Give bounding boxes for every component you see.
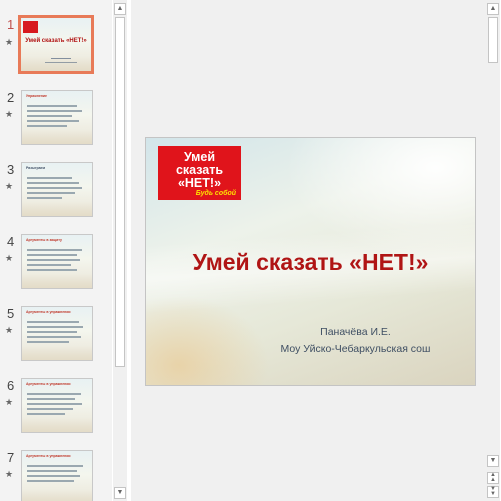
chevron-down-icon[interactable]: ▼ xyxy=(114,487,126,499)
thumbnail-text-line xyxy=(27,105,77,107)
thumbnail-text-line xyxy=(27,331,77,333)
thumbnail-text-line xyxy=(27,259,80,261)
slide-thumbnail-pane: 1 ★ Умей сказать «НЕТ!» 2 ★ Упражнение 3… xyxy=(0,0,112,501)
slide-number: 6 xyxy=(7,378,15,393)
thumbnail-text-line xyxy=(27,187,82,189)
thumbnail-text-line xyxy=(27,336,81,338)
thumbnail-text-line xyxy=(27,413,65,415)
logo[interactable]: Умей сказать «НЕТ!» Будь собой xyxy=(158,146,241,200)
slide-number: 1 xyxy=(7,17,15,32)
thumbnail-text-line xyxy=(27,264,71,266)
chevron-up-icon[interactable]: ▲ xyxy=(487,3,499,15)
slide-number: 3 xyxy=(7,162,15,177)
logo xyxy=(23,21,38,33)
thumbnail-preview: Аргументы в упражнении xyxy=(21,378,93,433)
thumbnail-text-line xyxy=(27,398,75,400)
slide-title[interactable]: Умей сказать «НЕТ!» xyxy=(146,249,475,276)
slide-thumbnail-2[interactable]: 2 ★ Упражнение xyxy=(0,90,112,156)
slide-number: 4 xyxy=(7,234,15,249)
thumbnail-text-line xyxy=(27,326,83,328)
thumbnail-text-line xyxy=(27,408,73,410)
slide-author[interactable]: Паначёва И.Е. xyxy=(146,326,475,338)
thumbnail-text-line xyxy=(27,269,77,271)
star-icon: ★ xyxy=(5,325,14,335)
thumbnail-text-line xyxy=(27,197,62,199)
slide-thumbnail-5[interactable]: 5 ★ Аргументы в упражнении xyxy=(0,306,112,372)
slide-thumbnail-6[interactable]: 6 ★ Аргументы в упражнении xyxy=(0,378,112,444)
scrollbar-thumb[interactable] xyxy=(115,17,125,367)
thumbnail-text-line xyxy=(27,192,75,194)
star-icon: ★ xyxy=(5,37,14,47)
thumbnail-text-line xyxy=(27,480,74,482)
thumbnail-scrollbar[interactable]: ▲ ▼ xyxy=(113,0,127,501)
slide-number: 7 xyxy=(7,450,15,465)
thumbnail-preview: Аргументы в упражнении xyxy=(21,306,93,361)
thumbnail-text-line xyxy=(27,470,77,472)
thumbnail-preview: Упражнение xyxy=(21,90,93,145)
thumbnail-text-line xyxy=(27,254,77,256)
thumbnail-text-line xyxy=(27,182,79,184)
slide-thumbnail-3[interactable]: 3 ★ Разыграем xyxy=(0,162,112,228)
thumbnail-text-line xyxy=(27,177,72,179)
logo-text-line: «НЕТ!» xyxy=(177,176,222,190)
previous-slide-icon[interactable]: ▲ ▲ xyxy=(487,472,499,484)
thumbnail-text-line xyxy=(27,341,69,343)
star-icon: ★ xyxy=(5,469,14,479)
thumbnail-preview: Аргументы в защиту xyxy=(21,234,93,289)
thumbnail-text-line xyxy=(27,125,67,127)
slide-thumbnail-1[interactable]: 1 ★ Умей сказать «НЕТ!» xyxy=(0,15,112,84)
slide-subtitle[interactable]: Моу Уйско-Чебаркульская сош xyxy=(146,343,475,355)
thumbnail-text-line xyxy=(27,393,81,395)
thumbnail-text-line xyxy=(51,58,71,59)
slide-canvas[interactable]: Умей сказать «НЕТ!» Будь собой Умей сказ… xyxy=(145,137,476,386)
star-icon: ★ xyxy=(5,253,14,263)
thumbnail-preview: Разыграем xyxy=(21,162,93,217)
slide-number: 2 xyxy=(7,90,15,105)
thumbnail-text-line xyxy=(27,249,82,251)
logo-tagline: Будь собой xyxy=(195,190,236,197)
thumbnail-text-line xyxy=(27,403,82,405)
chevron-down-icon[interactable]: ▼ xyxy=(487,455,499,467)
thumbnail-title: Аргументы в упражнении xyxy=(26,382,71,386)
thumbnail-text-line xyxy=(27,115,72,117)
thumbnail-text-line xyxy=(45,62,77,63)
star-icon: ★ xyxy=(5,397,14,407)
thumbnail-text-line xyxy=(27,465,83,467)
thumbnail-preview: Умей сказать «НЕТ!» xyxy=(18,15,94,74)
thumbnail-text-line xyxy=(27,321,79,323)
thumbnail-title: Умей сказать «НЕТ!» xyxy=(25,38,87,44)
slide-number: 5 xyxy=(7,306,15,321)
thumbnail-preview: Аргументы в упражнении xyxy=(21,450,93,501)
scrollbar-thumb[interactable] xyxy=(488,17,498,63)
canvas-scrollbar[interactable]: ▲ ▼ ▲ ▲ ▼ ▼ xyxy=(486,0,500,501)
chevron-up-icon[interactable]: ▲ xyxy=(114,3,126,15)
thumbnail-text-line xyxy=(27,120,79,122)
star-icon: ★ xyxy=(5,109,14,119)
slide-thumbnail-4[interactable]: 4 ★ Аргументы в защиту xyxy=(0,234,112,300)
thumbnail-title: Разыграем xyxy=(26,166,46,170)
thumbnail-title: Упражнение xyxy=(26,94,47,98)
star-icon: ★ xyxy=(5,181,14,191)
thumbnail-text-line xyxy=(27,110,82,112)
thumbnail-text-line xyxy=(27,475,80,477)
thumbnail-title: Аргументы в защиту xyxy=(26,238,62,242)
next-slide-icon[interactable]: ▼ ▼ xyxy=(487,486,499,498)
thumbnail-title: Аргументы в упражнении xyxy=(26,310,71,314)
slide-thumbnail-7[interactable]: 7 ★ Аргументы в упражнении xyxy=(0,450,112,501)
thumbnail-title: Аргументы в упражнении xyxy=(26,454,71,458)
slide-editing-area: Умей сказать «НЕТ!» Будь собой Умей сказ… xyxy=(131,0,486,501)
